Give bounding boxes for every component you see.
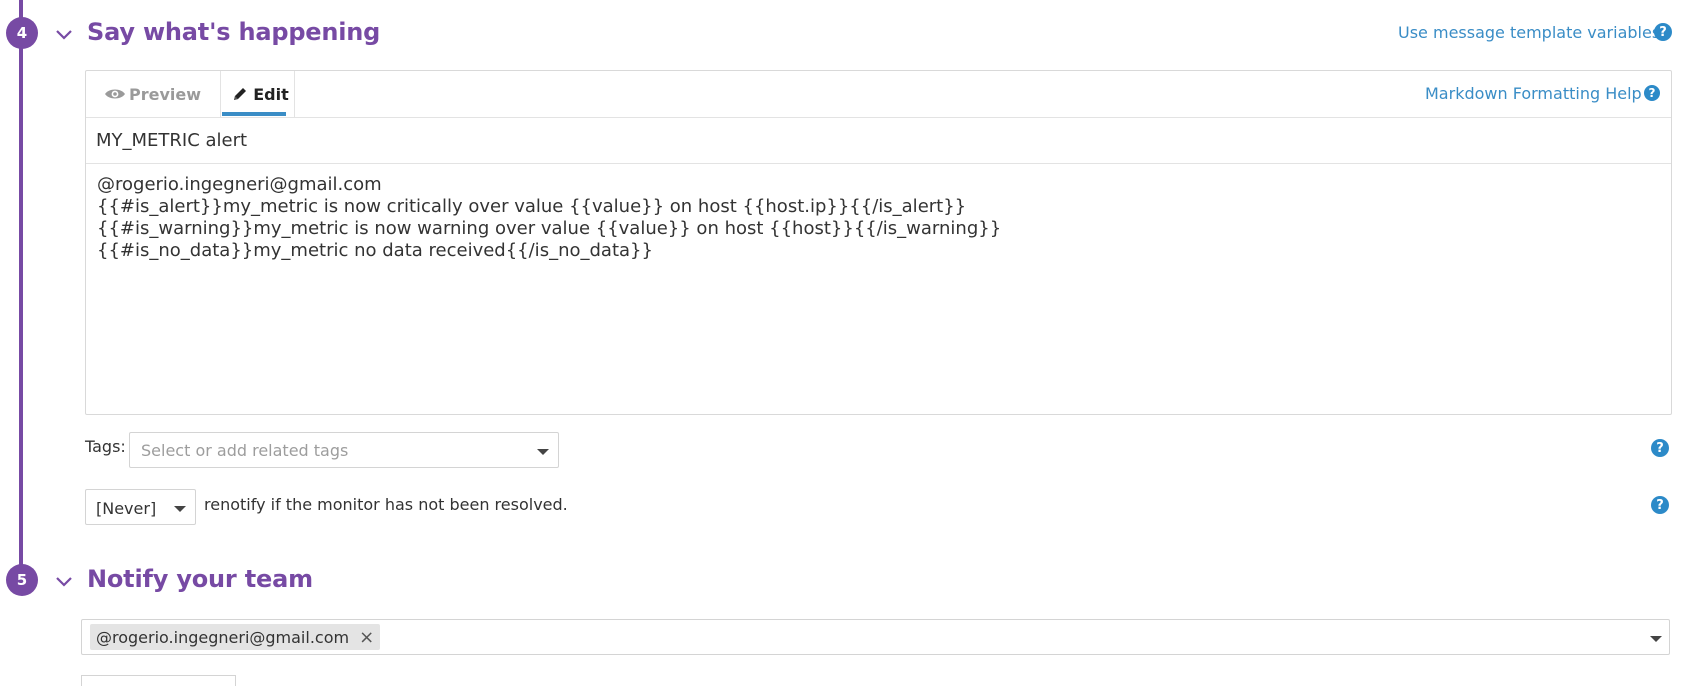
- step-rail: [19, 0, 23, 585]
- chevron-down-icon: [537, 449, 549, 455]
- message-line: {{#is_warning}}my_metric is now warning …: [97, 218, 1002, 239]
- tab-preview[interactable]: Preview: [104, 71, 201, 117]
- question-circle-icon[interactable]: ?: [1651, 439, 1669, 457]
- alert-title-value: MY_METRIC alert: [96, 130, 248, 151]
- close-icon[interactable]: ×: [359, 627, 374, 648]
- tab-edit[interactable]: Edit: [220, 71, 295, 117]
- message-template-variables-link[interactable]: Use message template variables: [1398, 23, 1660, 42]
- tags-label: Tags:: [85, 437, 126, 456]
- tab-preview-label: Preview: [129, 84, 202, 104]
- active-tab-indicator: [222, 112, 286, 116]
- next-control-partial: [81, 675, 236, 686]
- question-circle-icon[interactable]: ?: [1654, 23, 1672, 41]
- message-editor: Preview Edit Markdown Formatting Help ? …: [85, 70, 1672, 415]
- message-line: {{#is_no_data}}my_metric no data receive…: [97, 240, 653, 261]
- tab-edit-label: Edit: [253, 84, 289, 104]
- message-line: @rogerio.ingegneri@gmail.com: [97, 174, 382, 195]
- chevron-down-icon: [1650, 636, 1662, 642]
- question-circle-icon[interactable]: ?: [1644, 85, 1660, 101]
- recipient-chip: @rogerio.ingegneri@gmail.com ×: [90, 624, 381, 650]
- section-title-notify-your-team: Notify your team: [87, 565, 313, 593]
- markdown-help-link[interactable]: Markdown Formatting Help: [1425, 84, 1642, 103]
- message-line: {{#is_alert}}my_metric is now critically…: [97, 196, 967, 217]
- chevron-down-icon[interactable]: [51, 21, 77, 47]
- editor-tab-bar: Preview Edit Markdown Formatting Help ?: [86, 71, 1671, 118]
- renotify-description: renotify if the monitor has not been res…: [204, 495, 568, 514]
- tags-placeholder: Select or add related tags: [141, 441, 349, 460]
- step-5-badge: 5: [6, 564, 38, 596]
- renotify-interval-value: [Never]: [96, 499, 157, 518]
- section-title-say-whats-happening: Say what's happening: [87, 18, 381, 46]
- tags-select[interactable]: Select or add related tags: [129, 432, 559, 468]
- renotify-interval-select[interactable]: [Never]: [85, 489, 196, 525]
- chevron-down-icon[interactable]: [51, 568, 77, 594]
- eye-icon: [105, 89, 125, 99]
- chevron-down-icon: [174, 506, 186, 512]
- alert-title-field[interactable]: MY_METRIC alert: [86, 118, 1671, 164]
- question-circle-icon[interactable]: ?: [1651, 496, 1669, 514]
- recipient-chip-label: @rogerio.ingegneri@gmail.com: [96, 627, 350, 647]
- pencil-icon: [234, 88, 247, 100]
- step-4-badge: 4: [6, 17, 38, 49]
- alert-message-textarea[interactable]: @rogerio.ingegneri@gmail.com {{#is_alert}…: [97, 174, 1001, 262]
